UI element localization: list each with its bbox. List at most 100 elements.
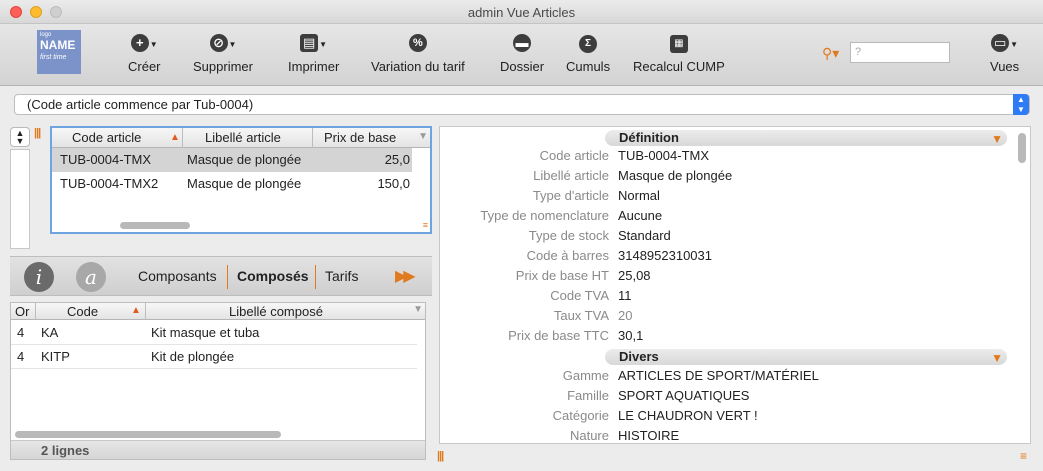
tab-composants[interactable]: Composants bbox=[138, 268, 217, 284]
logo-tagline: first time bbox=[40, 53, 67, 61]
field-label: Prix de base TTC bbox=[508, 328, 609, 343]
table-row[interactable]: 4 KITP Kit de plongée bbox=[11, 345, 417, 369]
cell-code: KA bbox=[41, 325, 59, 340]
col-libelle-compose[interactable]: Libellé composé bbox=[229, 304, 323, 319]
field-prix-base-ht: Prix de base HT 25,08 bbox=[440, 268, 1032, 288]
field-value: SPORT AQUATIQUES bbox=[618, 388, 750, 403]
column-picker-icon[interactable]: ▼ bbox=[418, 131, 428, 142]
field-label: Type de stock bbox=[528, 228, 609, 243]
folder-icon: ▬ bbox=[513, 34, 532, 52]
column-picker-icon[interactable]: ▼ bbox=[413, 304, 423, 315]
totals-button[interactable]: Σ Cumuls bbox=[566, 34, 610, 74]
field-value: Normal bbox=[618, 188, 660, 203]
chevron-down-icon: ▼ bbox=[228, 40, 237, 49]
field-taux-tva: Taux TVA 20 bbox=[440, 308, 1032, 328]
field-label: Code article bbox=[539, 148, 609, 163]
plus-icon: + bbox=[130, 34, 149, 52]
calculator-icon: ▦ bbox=[669, 35, 688, 53]
field-label: Code TVA bbox=[550, 288, 609, 303]
column-divider bbox=[35, 303, 36, 320]
field-value: 25,08 bbox=[618, 268, 651, 283]
folder-button[interactable]: ▬ Dossier bbox=[500, 34, 544, 74]
field-code-article: Code article TUB-0004-TMX bbox=[440, 148, 1032, 168]
cell-code: TUB-0004-TMX2 bbox=[60, 176, 159, 191]
sort-ascending-icon[interactable]: ▲ bbox=[131, 305, 141, 316]
composed-table-header: Or Code ▲ Libellé composé ▼ bbox=[11, 303, 425, 320]
cell-price: 150,0 bbox=[377, 176, 410, 191]
sort-ascending-icon[interactable]: ▲ bbox=[170, 132, 180, 143]
cell-code: TUB-0004-TMX bbox=[60, 152, 152, 167]
table-row[interactable]: 4 KA Kit masque et tuba bbox=[11, 321, 417, 345]
field-type-article: Type d'article Normal bbox=[440, 188, 1032, 208]
totals-icon: Σ bbox=[579, 35, 598, 53]
table-row[interactable]: TUB-0004-TMX Masque de plongée 25,0 bbox=[52, 148, 412, 172]
col-order[interactable]: Or bbox=[15, 304, 29, 319]
views-button[interactable]: ▭ ▼ Vues bbox=[990, 34, 1019, 74]
detail-tab-bar: i a Composants Composés Tarifs ▶▶ bbox=[10, 256, 432, 296]
filter-stepper-icon[interactable]: ▲ ▼ bbox=[1013, 94, 1029, 115]
filter-select[interactable]: (Code article commence par Tub-0004) ▲ ▼ bbox=[14, 94, 1030, 115]
cell-order: 4 bbox=[17, 325, 25, 340]
field-label: Code à barres bbox=[526, 248, 609, 263]
tab-composes[interactable]: Composés bbox=[237, 268, 309, 284]
collapse-icon[interactable]: ▼ bbox=[991, 350, 1003, 366]
toolbar: logo NAME first time + ▼ Créer ⊘ ▼ Supprim… bbox=[0, 24, 1043, 86]
recalc-button[interactable]: ▦ Recalcul CUMP bbox=[633, 34, 725, 74]
col-code-article[interactable]: Code article bbox=[72, 130, 141, 145]
field-value: Standard bbox=[618, 228, 671, 243]
field-label: Type d'article bbox=[532, 188, 609, 203]
section-divers[interactable]: Divers ▼ bbox=[605, 349, 1007, 365]
printer-icon: ▤ bbox=[300, 34, 319, 52]
cell-label: Masque de plongée bbox=[187, 176, 302, 191]
column-resize-handle-icon[interactable]: ||| bbox=[34, 127, 41, 139]
field-type-stock: Type de stock Standard bbox=[440, 228, 1032, 248]
views-label: Vues bbox=[990, 59, 1020, 74]
folder-label: Dossier bbox=[500, 59, 545, 74]
horizontal-scrollbar[interactable] bbox=[15, 431, 281, 438]
field-value: Masque de plongée bbox=[618, 168, 733, 183]
print-button[interactable]: ▤ ▼ Imprimer bbox=[288, 34, 339, 74]
monitor-icon: ▭ bbox=[991, 34, 1010, 52]
field-gamme: Gamme ARTICLES DE SPORT/MATÉRIEL bbox=[440, 368, 1032, 388]
tab-tarifs[interactable]: Tarifs bbox=[325, 268, 358, 284]
field-label: Taux TVA bbox=[553, 308, 609, 323]
chevron-down-icon: ▼ bbox=[319, 40, 328, 49]
resize-grip-icon[interactable]: ≡ bbox=[1020, 449, 1027, 463]
more-tabs-icon[interactable]: ▶▶ bbox=[395, 266, 416, 286]
row-count: 2 lignes bbox=[11, 440, 425, 459]
tab-divider bbox=[227, 265, 228, 289]
info-icon[interactable]: i bbox=[24, 262, 54, 292]
field-code-tva: Code TVA 11 bbox=[440, 288, 1032, 308]
horizontal-scrollbar[interactable] bbox=[120, 222, 190, 229]
field-value: 3148952310031 bbox=[618, 248, 712, 263]
chevron-down-icon: ▼ bbox=[1010, 40, 1019, 49]
table-row[interactable]: TUB-0004-TMX2 Masque de plongée 150,0 bbox=[52, 172, 412, 196]
col-code[interactable]: Code bbox=[67, 304, 98, 319]
tariff-variation-button[interactable]: % Variation du tarif bbox=[371, 34, 465, 74]
vertical-scrollbar[interactable] bbox=[1018, 133, 1026, 163]
col-prix-de-base[interactable]: Prix de base bbox=[324, 130, 396, 145]
print-label: Imprimer bbox=[288, 59, 340, 74]
articles-table: Code article ▲ Libellé article Prix de b… bbox=[50, 126, 432, 234]
section-definition[interactable]: Définition ▼ bbox=[605, 130, 1007, 146]
delete-button[interactable]: ⊘ ▼ Supprimer bbox=[193, 34, 253, 74]
recalc-label: Recalcul CUMP bbox=[633, 59, 725, 74]
cell-label: Masque de plongée bbox=[187, 152, 302, 167]
field-label: Prix de base HT bbox=[515, 268, 609, 283]
field-label: Nature bbox=[569, 428, 609, 443]
create-button[interactable]: + ▼ Créer bbox=[128, 34, 161, 74]
cell-label: Kit de plongée bbox=[151, 349, 235, 364]
sort-stepper[interactable]: ▲ ▼ bbox=[10, 127, 30, 147]
col-libelle-article[interactable]: Libellé article bbox=[205, 130, 281, 145]
search-icon[interactable]: ⚲▾ bbox=[822, 45, 839, 62]
cell-order: 4 bbox=[17, 349, 25, 364]
collapse-icon[interactable]: ▼ bbox=[991, 131, 1003, 147]
resize-grip-icon[interactable]: ≡ bbox=[423, 220, 428, 230]
tab-divider bbox=[315, 265, 316, 289]
panel-resize-handle-icon[interactable]: ||| bbox=[437, 450, 444, 462]
field-value: 11 bbox=[618, 288, 632, 303]
filter-text: (Code article commence par Tub-0004) bbox=[27, 97, 254, 112]
search-input[interactable]: ? bbox=[850, 42, 950, 63]
at-icon[interactable]: a bbox=[76, 262, 106, 292]
column-divider bbox=[182, 128, 183, 148]
